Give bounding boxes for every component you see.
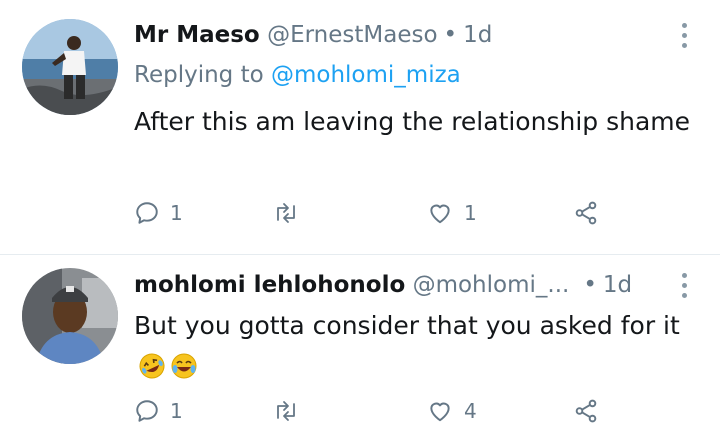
tweet-text-content: But you gotta consider that you asked fo… [134, 311, 680, 340]
tears-of-joy-emoji [170, 352, 198, 380]
reply-button[interactable]: 1 [134, 396, 183, 426]
heart-icon [426, 200, 454, 226]
retweet-button[interactable] [272, 198, 310, 228]
tweet[interactable]: mohlomi lehlohonolo @mohlomi_... • 1d But … [0, 254, 720, 436]
share-button[interactable] [572, 396, 600, 426]
user-handle[interactable]: @mohlomi_... [413, 272, 570, 298]
retweet-icon [272, 398, 300, 424]
share-icon [572, 200, 600, 226]
retweet-icon [272, 200, 300, 226]
replying-to: Replying to @mohlomi_miza [134, 60, 461, 90]
display-name[interactable]: Mr Maeso [134, 22, 260, 48]
like-button[interactable]: 1 [426, 198, 477, 228]
rolling-on-floor-laughing-emoji [138, 352, 166, 380]
timestamp[interactable]: 1d [603, 272, 632, 298]
mention-link[interactable]: @mohlomi_miza [271, 62, 461, 88]
retweet-button[interactable] [272, 396, 310, 426]
reply-button[interactable]: 1 [134, 198, 183, 228]
tweet-header: Mr Maeso @ErnestMaeso • 1d [134, 20, 492, 50]
reply-icon [134, 398, 160, 424]
tweet-text: After this am leaving the relationship s… [134, 107, 691, 136]
like-button[interactable]: 4 [426, 396, 477, 426]
more-vertical-icon[interactable] [678, 270, 690, 300]
timestamp[interactable]: 1d [463, 22, 492, 48]
user-handle[interactable]: @ErnestMaeso [267, 22, 437, 48]
reply-count: 1 [170, 399, 183, 423]
tweet-text: But you gotta consider that you asked fo… [134, 306, 694, 386]
more-vertical-icon[interactable] [678, 20, 690, 50]
tweet-actions: 1 4 [134, 396, 614, 426]
avatar[interactable] [22, 19, 118, 115]
separator-dot: • [443, 22, 458, 48]
display-name[interactable]: mohlomi lehlohonolo [134, 272, 405, 298]
like-count: 1 [464, 201, 477, 225]
share-icon [572, 398, 600, 424]
separator-dot: • [583, 272, 597, 298]
share-button[interactable] [572, 198, 600, 228]
tweet-actions: 1 1 [134, 198, 614, 228]
heart-icon [426, 398, 454, 424]
replying-label: Replying to [134, 62, 264, 88]
reply-icon [134, 200, 160, 226]
avatar[interactable] [22, 268, 118, 364]
like-count: 4 [464, 399, 477, 423]
reply-count: 1 [170, 201, 183, 225]
tweet[interactable]: Mr Maeso @ErnestMaeso • 1d Replying to @mo… [0, 0, 720, 254]
tweet-header: mohlomi lehlohonolo @mohlomi_... • 1d [134, 270, 632, 300]
